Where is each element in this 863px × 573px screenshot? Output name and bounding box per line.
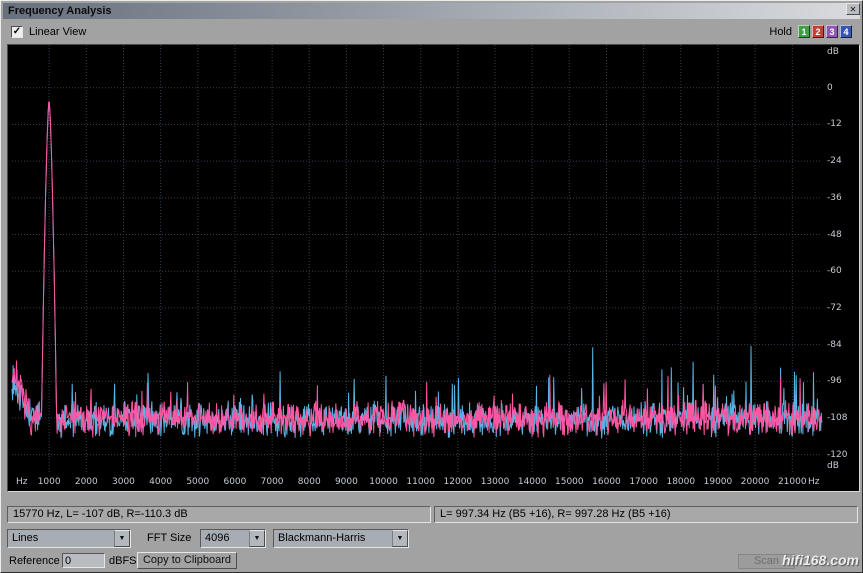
axis-tick-label: 10000 [364,477,404,487]
axis-tick-label: 16000 [586,477,626,487]
reference-unit-label: dBFS [109,555,137,567]
axis-tick-label: dB [827,47,839,57]
view-mode-value: Lines [8,530,114,547]
axis-tick-label: 0 [827,83,833,93]
chevron-down-icon[interactable]: ▼ [392,530,408,547]
axis-tick-label: 2000 [66,477,106,487]
hold-button-1[interactable]: 1 [798,25,810,38]
spectrum-trace-left [12,102,822,438]
checkbox-check-icon: ✓ [13,26,21,37]
view-mode-select[interactable]: Lines ▼ [7,529,131,548]
axis-tick-label: 13000 [475,477,515,487]
axis-tick-label: 12000 [438,477,478,487]
axis-tick-label: 7000 [252,477,292,487]
axis-tick-label: -36 [827,193,842,203]
status-cursor-readout: 15770 Hz, L= -107 dB, R=-110.3 dB [7,506,431,523]
axis-tick-label: 8000 [289,477,329,487]
watermark: hifi168.com [782,552,859,568]
axis-tick-label: -72 [827,303,842,313]
axis-tick-label: -24 [827,156,842,166]
copy-to-clipboard-button[interactable]: Copy to Clipboard [137,552,237,569]
axis-tick-label: 3000 [103,477,143,487]
axis-tick-label: -96 [827,376,842,386]
window-title: Frequency Analysis [3,5,112,17]
title-bar[interactable]: Frequency Analysis [3,3,860,19]
reference-input[interactable] [62,553,105,568]
axis-tick-label: Hz [16,477,28,487]
linear-view-checkbox[interactable]: ✓ [11,26,23,38]
close-button[interactable]: ✕ [846,3,860,15]
x-axis: Hz10002000300040005000600070008000900010… [8,473,859,491]
axis-tick-label: -60 [827,266,842,276]
hold-button-3[interactable]: 3 [826,25,838,38]
axis-tick-label: 15000 [549,477,589,487]
y-axis: dB0-12-24-36-48-60-72-84-96-108-120dB [823,45,859,473]
axis-tick-label: 21000 [772,477,812,487]
hold-button-4[interactable]: 4 [840,25,852,38]
linear-view-label: Linear View [29,26,86,38]
axis-tick-label: -12 [827,119,842,129]
axis-tick-label: 6000 [215,477,255,487]
fft-size-select[interactable]: 4096 ▼ [200,529,266,548]
hold-button-2[interactable]: 2 [812,25,824,38]
axis-tick-label: 11000 [401,477,441,487]
spectrum-plot[interactable] [8,45,823,473]
chevron-down-icon[interactable]: ▼ [249,530,265,547]
axis-tick-label: 19000 [698,477,738,487]
axis-tick-label: dB [827,461,839,471]
toolbar: ✓ Linear View Hold 1234 [3,21,860,43]
fft-size-value: 4096 [201,530,249,547]
axis-tick-label: 5000 [178,477,218,487]
hold-label: Hold [769,26,792,38]
hold-controls: Hold 1234 [769,25,852,38]
axis-tick-label: -84 [827,340,842,350]
spectrum-chart: dB0-12-24-36-48-60-72-84-96-108-120dB Hz… [7,44,860,492]
chevron-down-icon[interactable]: ▼ [114,530,130,547]
axis-tick-label: 9000 [326,477,366,487]
axis-tick-label: 4000 [141,477,181,487]
frequency-analysis-window: Frequency Analysis ✕ ✓ Linear View Hold … [0,0,863,573]
axis-tick-label: 20000 [735,477,775,487]
axis-tick-label: -108 [827,413,847,423]
fft-size-label: FFT Size [147,532,191,544]
reference-label: Reference [9,555,60,567]
status-peak-frequency: L= 997.34 Hz (B5 +16), R= 997.28 Hz (B5 … [434,506,858,523]
axis-tick-label: Hz [808,477,820,487]
hold-buttons: 1234 [798,25,852,38]
axis-tick-label: -120 [827,450,847,460]
axis-tick-label: 1000 [29,477,69,487]
window-function-select[interactable]: Blackmann-Harris ▼ [273,529,409,548]
spectrum-trace-right [12,104,822,439]
axis-tick-label: -48 [827,230,842,240]
close-icon: ✕ [850,5,857,14]
axis-tick-label: 17000 [624,477,664,487]
axis-tick-label: 14000 [512,477,552,487]
window-function-value: Blackmann-Harris [274,530,392,547]
axis-tick-label: 18000 [661,477,701,487]
